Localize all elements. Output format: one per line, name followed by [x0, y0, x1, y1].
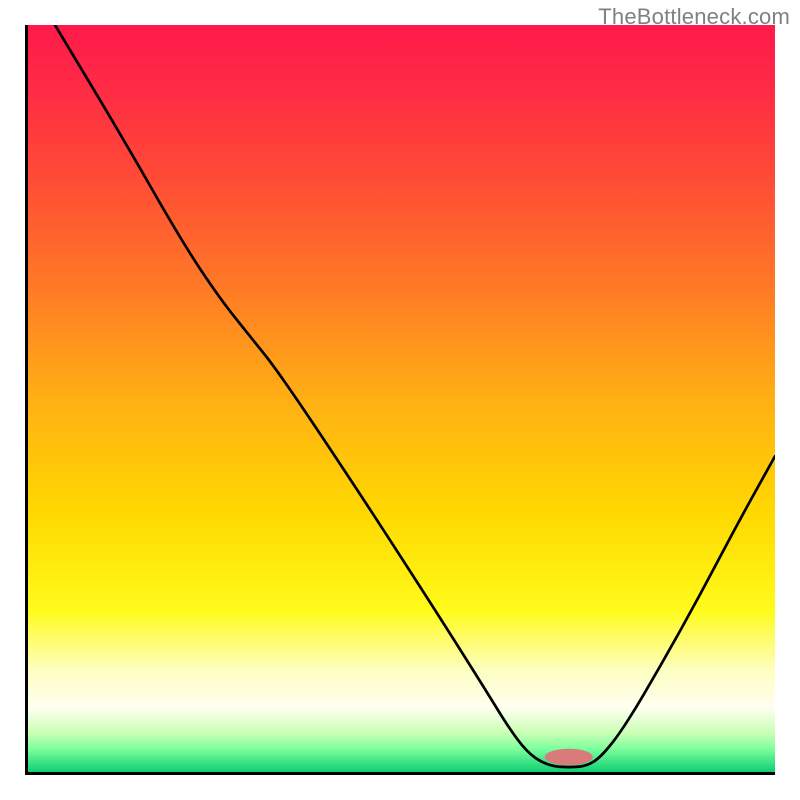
axis-x [25, 772, 775, 775]
axis-y [25, 25, 28, 775]
chart-stage: TheBottleneck.com [0, 0, 800, 800]
plot-area [25, 25, 775, 775]
optimal-marker [545, 749, 593, 766]
chart-svg [25, 25, 775, 775]
